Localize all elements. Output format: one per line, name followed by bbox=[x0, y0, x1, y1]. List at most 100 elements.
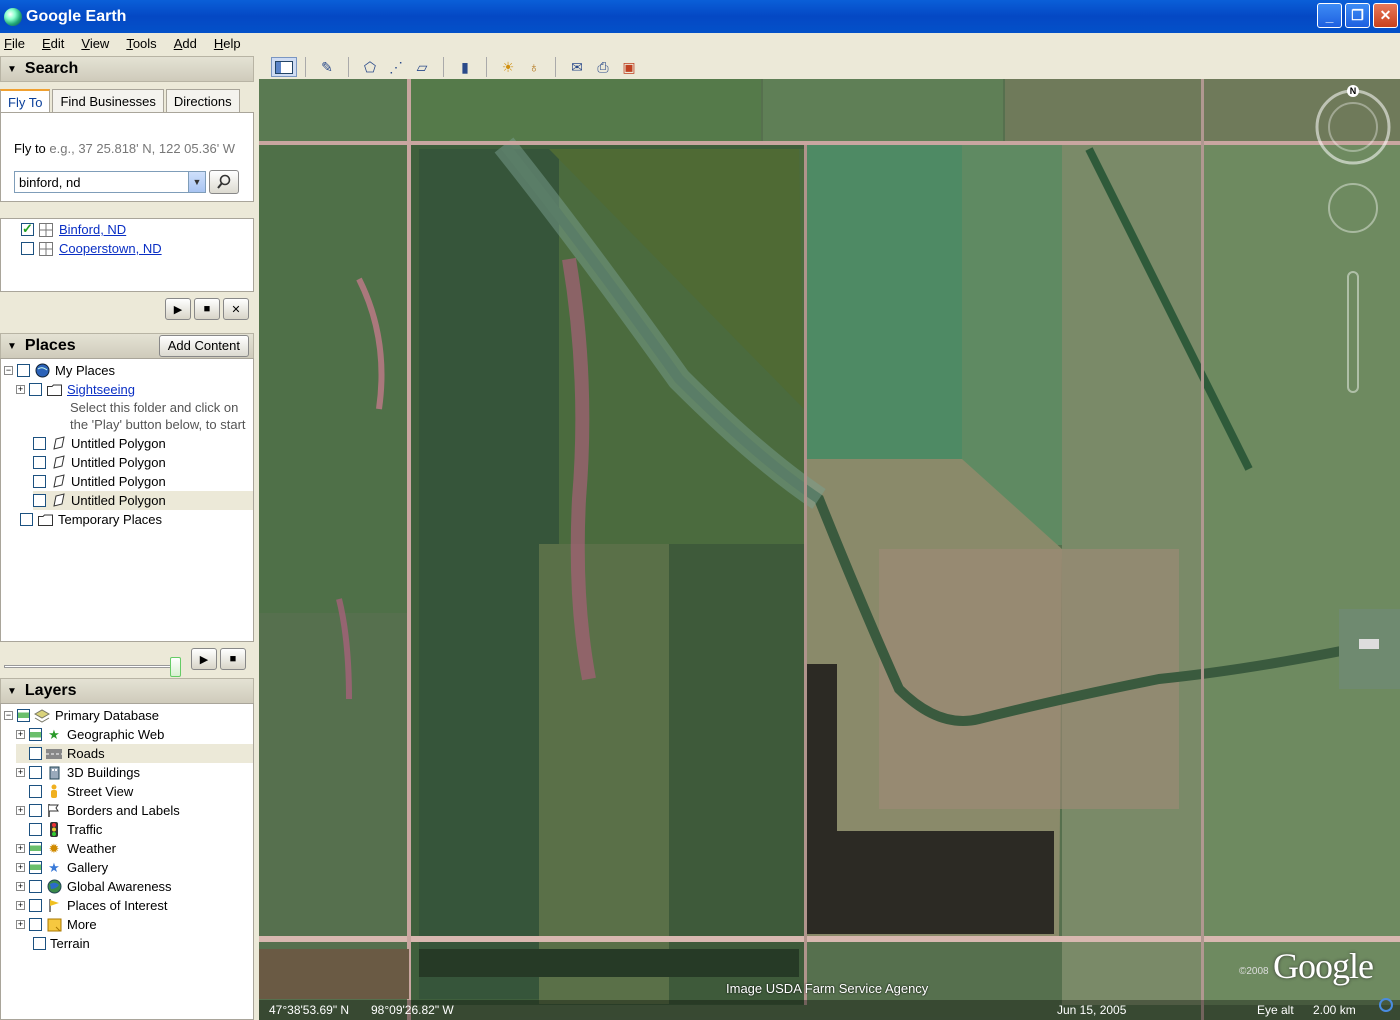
view-in-maps-icon[interactable]: ▣ bbox=[616, 57, 642, 77]
collapse-triangle-icon[interactable]: ▼ bbox=[7, 64, 17, 75]
layers-header[interactable]: ▼ Layers bbox=[0, 678, 254, 704]
layer-borders-and-labels[interactable]: + Borders and Labels bbox=[16, 801, 180, 820]
polygon-checkbox[interactable] bbox=[33, 475, 46, 488]
layer-3d-buildings[interactable]: +3D Buildings bbox=[16, 763, 140, 782]
list-item[interactable]: Untitled Polygon bbox=[33, 491, 253, 510]
search-header[interactable]: ▼ Search bbox=[0, 56, 254, 82]
add-content-button[interactable]: Add Content bbox=[158, 335, 249, 357]
add-path-icon[interactable]: ⋰ bbox=[383, 57, 409, 77]
layer-checkbox[interactable] bbox=[29, 728, 42, 741]
polygon-checkbox[interactable] bbox=[33, 437, 46, 450]
layer-street-view[interactable]: Street View bbox=[16, 782, 133, 801]
collapse-icon[interactable]: − bbox=[4, 711, 13, 720]
list-item[interactable]: Untitled Polygon bbox=[33, 434, 166, 453]
tab-find-businesses[interactable]: Find Businesses bbox=[52, 89, 164, 113]
tree-item-my-places[interactable]: − My Places bbox=[4, 361, 115, 380]
layer-global-awareness[interactable]: + Global Awareness bbox=[16, 877, 172, 896]
layer-checkbox[interactable] bbox=[29, 804, 42, 817]
my-places-checkbox[interactable] bbox=[17, 364, 30, 377]
expand-icon[interactable]: + bbox=[16, 882, 25, 891]
collapse-triangle-icon[interactable]: ▼ bbox=[7, 686, 17, 697]
expand-icon[interactable]: + bbox=[16, 806, 25, 815]
play-button[interactable]: ▶ bbox=[165, 298, 191, 320]
expand-icon[interactable]: + bbox=[16, 768, 25, 777]
nav-compass[interactable] bbox=[1313, 87, 1393, 407]
list-item[interactable]: Untitled Polygon bbox=[33, 453, 166, 472]
fly-to-input[interactable]: binford, nd ▼ bbox=[14, 171, 206, 193]
email-icon[interactable]: ✉ bbox=[564, 57, 590, 77]
primary-database-checkbox[interactable] bbox=[17, 709, 30, 722]
tour-speed-slider[interactable] bbox=[4, 657, 182, 677]
dropdown-arrow-icon[interactable]: ▼ bbox=[188, 172, 205, 192]
collapse-icon[interactable]: − bbox=[4, 366, 13, 375]
close-button[interactable]: ✕ bbox=[1373, 3, 1398, 28]
stop-button[interactable]: ■ bbox=[220, 648, 246, 670]
sunlight-icon[interactable]: ☀ bbox=[495, 57, 521, 77]
menu-help[interactable]: Help bbox=[214, 36, 241, 51]
layer-checkbox[interactable] bbox=[29, 918, 42, 931]
expand-icon[interactable]: + bbox=[16, 863, 25, 872]
tab-directions[interactable]: Directions bbox=[165, 89, 240, 113]
search-button[interactable] bbox=[209, 170, 239, 194]
layer-gallery[interactable]: + ★ Gallery bbox=[16, 858, 108, 877]
layer-more[interactable]: + More bbox=[16, 915, 97, 934]
polygon-checkbox[interactable] bbox=[33, 456, 46, 469]
slider-thumb[interactable] bbox=[170, 657, 181, 677]
terrain-checkbox[interactable] bbox=[33, 937, 46, 950]
expand-icon[interactable]: + bbox=[16, 385, 25, 394]
sidebar-toggle-icon[interactable] bbox=[271, 57, 297, 77]
add-image-overlay-icon[interactable]: ▱ bbox=[409, 57, 435, 77]
expand-icon[interactable]: + bbox=[16, 901, 25, 910]
list-item[interactable]: Cooperstown, ND bbox=[21, 239, 162, 258]
layer-geographic-web[interactable]: + ★ Geographic Web bbox=[16, 725, 164, 744]
layer-checkbox[interactable] bbox=[29, 823, 42, 836]
layer-checkbox[interactable] bbox=[29, 766, 42, 779]
menu-file[interactable]: File bbox=[4, 36, 25, 51]
add-polygon-icon[interactable]: ⬠ bbox=[357, 57, 383, 77]
north-indicator[interactable]: N bbox=[1347, 85, 1359, 97]
tree-item-sightseeing[interactable]: + Sightseeing bbox=[16, 380, 135, 399]
sightseeing-link[interactable]: Sightseeing bbox=[67, 382, 135, 397]
result-link-cooperstown[interactable]: Cooperstown, ND bbox=[59, 241, 162, 256]
minimize-button[interactable]: _ bbox=[1317, 3, 1342, 28]
result-checkbox-cooperstown[interactable] bbox=[21, 242, 34, 255]
add-placemark-icon[interactable]: ✎ bbox=[314, 57, 340, 77]
layer-checkbox[interactable] bbox=[29, 785, 42, 798]
layer-weather[interactable]: + ✹ Weather bbox=[16, 839, 116, 858]
tree-item-temporary-places[interactable]: Temporary Places bbox=[20, 510, 162, 529]
map-viewer[interactable]: N ©2008 Google Image USDA Farm Service A… bbox=[259, 79, 1400, 1020]
expand-icon[interactable]: + bbox=[16, 844, 25, 853]
menu-edit[interactable]: Edit bbox=[42, 36, 64, 51]
tree-item-primary-database[interactable]: − Primary Database bbox=[4, 706, 159, 725]
layer-terrain[interactable]: Terrain bbox=[33, 934, 90, 953]
layer-roads[interactable]: Roads bbox=[16, 744, 253, 763]
layer-checkbox[interactable] bbox=[29, 899, 42, 912]
play-button[interactable]: ▶ bbox=[191, 648, 217, 670]
layer-checkbox[interactable] bbox=[29, 880, 42, 893]
list-item[interactable]: Untitled Polygon bbox=[33, 472, 166, 491]
places-header[interactable]: ▼ Places Add Content bbox=[0, 333, 254, 359]
stop-button[interactable]: ■ bbox=[194, 298, 220, 320]
polygon-checkbox[interactable] bbox=[33, 494, 46, 507]
sightseeing-checkbox[interactable] bbox=[29, 383, 42, 396]
menu-tools[interactable]: Tools bbox=[126, 36, 156, 51]
collapse-triangle-icon[interactable]: ▼ bbox=[7, 341, 17, 352]
result-link-binford[interactable]: Binford, ND bbox=[59, 222, 126, 237]
layer-traffic[interactable]: Traffic bbox=[16, 820, 102, 839]
layer-checkbox[interactable] bbox=[29, 747, 42, 760]
layer-checkbox[interactable] bbox=[29, 861, 42, 874]
layer-checkbox[interactable] bbox=[29, 842, 42, 855]
sky-planet-icon[interactable]: ♁ bbox=[521, 57, 547, 77]
clear-button[interactable]: ✕ bbox=[223, 298, 249, 320]
expand-icon[interactable]: + bbox=[16, 920, 25, 929]
print-icon[interactable]: ⎙ bbox=[590, 57, 616, 77]
layer-places-of-interest[interactable]: + Places of Interest bbox=[16, 896, 167, 915]
ruler-icon[interactable]: ▮ bbox=[452, 57, 478, 77]
temporary-places-checkbox[interactable] bbox=[20, 513, 33, 526]
menu-view[interactable]: View bbox=[81, 36, 109, 51]
maximize-button[interactable]: ❐ bbox=[1345, 3, 1370, 28]
expand-icon[interactable]: + bbox=[16, 730, 25, 739]
result-checkbox-binford[interactable] bbox=[21, 221, 34, 237]
menu-add[interactable]: Add bbox=[174, 36, 197, 51]
list-item[interactable]: Binford, ND bbox=[21, 220, 126, 239]
